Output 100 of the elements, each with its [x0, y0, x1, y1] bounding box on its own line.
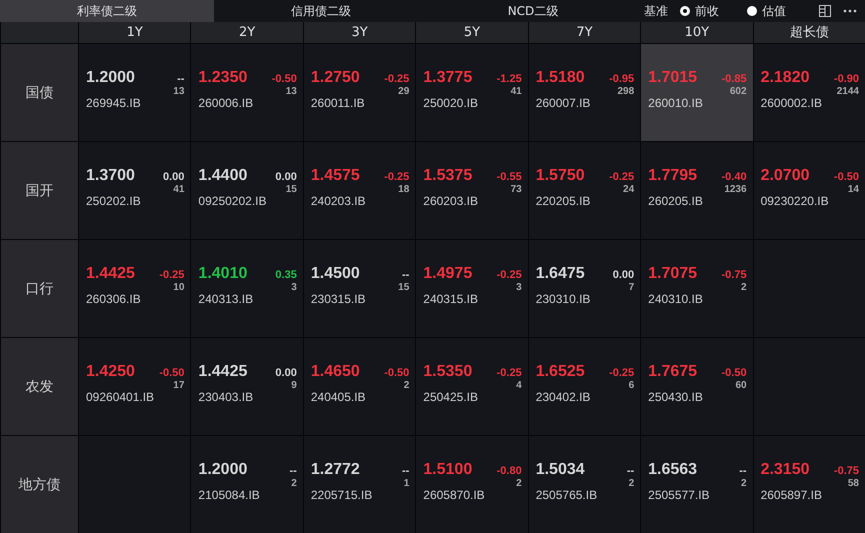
- quote-cell[interactable]: 1.6563 -- 2 2505577.IB: [641, 436, 753, 533]
- change-value: -0.25: [384, 73, 410, 85]
- column-header: 3Y: [304, 22, 416, 43]
- trade-count: 24: [623, 184, 634, 195]
- radio-option[interactable]: 估值: [747, 2, 786, 20]
- row-header: 国债: [1, 44, 78, 141]
- change-value: -0.50: [159, 367, 184, 379]
- tab[interactable]: NCD二级: [428, 0, 638, 22]
- quote-cell[interactable]: 1.5375 -0.55 73 260203.IB: [416, 142, 528, 239]
- tab[interactable]: 信用债二级: [214, 0, 428, 22]
- quote-cell[interactable]: 1.5350 -0.25 4 250425.IB: [416, 338, 528, 435]
- change-value: --: [739, 465, 747, 477]
- yield-value: 1.5375: [423, 167, 472, 185]
- quote-cell[interactable]: 1.5750 -0.25 24 220205.IB: [528, 142, 640, 239]
- quote-cell[interactable]: 1.4400 0.00 15 09250202.IB: [191, 142, 303, 239]
- quote-cell[interactable]: 1.2350 -0.50 13 260006.IB: [191, 44, 303, 141]
- yield-value: 1.4975: [423, 265, 472, 283]
- quote-cell[interactable]: 1.4425 0.00 9 230403.IB: [191, 338, 303, 435]
- quote-cell[interactable]: 1.7675 -0.50 60 250430.IB: [641, 338, 753, 435]
- bond-code: 2105084.IB: [198, 488, 261, 502]
- quote-cell[interactable]: 1.4575 -0.25 18 240203.IB: [304, 142, 416, 239]
- radio-option[interactable]: 前收: [680, 2, 719, 20]
- column-header: 5Y: [416, 22, 528, 43]
- quote-cell[interactable]: 1.4250 -0.50 17 09260401.IB: [79, 338, 190, 435]
- trade-count: 41: [510, 86, 522, 97]
- bond-code: 2600002.IB: [760, 96, 823, 110]
- yield-value: 1.2000: [198, 461, 248, 479]
- bond-code: 260306.IB: [86, 292, 142, 306]
- bond-code: 09260401.IB: [86, 390, 156, 404]
- row-header: 农发: [1, 338, 78, 435]
- quote-cell[interactable]: 1.3700 0.00 41 250202.IB: [79, 142, 190, 239]
- yield-value: 1.6525: [536, 363, 585, 381]
- yield-value: 2.0700: [760, 167, 810, 185]
- change-value: -0.85: [721, 73, 747, 85]
- trade-count: 41: [173, 184, 184, 195]
- quote-cell[interactable]: 1.5100 -0.80 2 2605870.IB: [416, 436, 528, 533]
- bond-code: 260011.IB: [310, 96, 366, 110]
- trade-count: 298: [617, 86, 634, 97]
- yield-value: 1.6563: [648, 461, 698, 479]
- bond-code: 09250202.IB: [198, 194, 268, 208]
- quote-cell[interactable]: 2.3150 -0.75 58 2605897.IB: [754, 436, 865, 533]
- yield-value: 1.5750: [536, 167, 585, 185]
- yield-value: 1.3775: [423, 69, 472, 87]
- bond-code: 250425.IB: [423, 390, 479, 404]
- change-value: --: [402, 269, 410, 281]
- bond-code: 260007.IB: [536, 96, 592, 110]
- quote-cell[interactable]: 1.5034 -- 2 2505765.IB: [528, 436, 640, 533]
- quote-cell[interactable]: 1.7075 -0.75 2 240310.IB: [641, 240, 753, 337]
- yield-value: 1.4250: [86, 363, 135, 381]
- bond-code: 2605897.IB: [760, 488, 823, 502]
- yield-value: 1.5034: [536, 461, 585, 479]
- quote-cell[interactable]: 1.4650 -0.50 2 240405.IB: [304, 338, 416, 435]
- trade-count: 2: [628, 478, 634, 489]
- change-value: --: [290, 465, 297, 477]
- quote-cell[interactable]: 1.7015 -0.85 602 260010.IB: [641, 44, 753, 141]
- yield-value: 1.2000: [86, 69, 135, 87]
- yield-value: 1.4425: [198, 363, 248, 381]
- change-value: -1.25: [496, 73, 522, 85]
- column-header: 2Y: [191, 22, 303, 43]
- quote-cell[interactable]: 2.0700 -0.50 14 09230220.IB: [754, 142, 865, 239]
- trade-count: 4: [516, 380, 522, 391]
- quote-cell[interactable]: 1.4425 -0.25 10 260306.IB: [79, 240, 190, 337]
- trade-count: 1236: [724, 184, 747, 195]
- change-value: -0.25: [384, 171, 410, 183]
- trade-count: 18: [398, 184, 410, 195]
- bond-code: 220205.IB: [536, 194, 592, 208]
- quote-cell[interactable]: 1.3775 -1.25 41 250020.IB: [416, 44, 528, 141]
- yield-value: 1.6475: [536, 265, 585, 283]
- quote-cell[interactable]: 1.2750 -0.25 29 260011.IB: [304, 44, 416, 141]
- trade-count: 60: [735, 380, 747, 391]
- yield-value: 1.4500: [310, 265, 360, 283]
- bond-code: 260203.IB: [423, 194, 479, 208]
- more-icon[interactable]: [843, 9, 857, 13]
- quote-cell[interactable]: 1.5180 -0.95 298 260007.IB: [528, 44, 640, 141]
- tab[interactable]: 利率债二级: [0, 0, 214, 22]
- layout-icon[interactable]: [819, 5, 831, 17]
- quote-cell[interactable]: 1.2000 -- 13 269945.IB: [79, 44, 190, 141]
- bond-code: 2505577.IB: [648, 488, 711, 502]
- quote-cell[interactable]: 1.6525 -0.25 6 230402.IB: [528, 338, 640, 435]
- quote-cell[interactable]: 1.4010 0.35 3 240313.IB: [191, 240, 303, 337]
- quote-cell[interactable]: 1.2772 -- 1 2205715.IB: [304, 436, 416, 533]
- quote-cell[interactable]: 1.6475 0.00 7 230310.IB: [528, 240, 640, 337]
- quote-cell[interactable]: 1.7795 -0.40 1236 260205.IB: [641, 142, 753, 239]
- trade-count: 13: [286, 86, 297, 97]
- change-value: 0.00: [275, 171, 297, 183]
- quote-cell[interactable]: 1.4500 -- 15 230315.IB: [304, 240, 416, 337]
- yield-value: 1.5100: [423, 461, 472, 479]
- bond-code: 240315.IB: [423, 292, 479, 306]
- bond-code: 260006.IB: [198, 96, 254, 110]
- yield-value: 1.2750: [310, 69, 360, 87]
- row-header: 地方债: [1, 436, 78, 533]
- quote-cell[interactable]: 2.1820 -0.90 2144 2600002.IB: [754, 44, 865, 141]
- quote-cell[interactable]: 1.4975 -0.25 3 240315.IB: [416, 240, 528, 337]
- yield-value: 1.7675: [648, 363, 698, 381]
- quote-cell[interactable]: 1.2000 -- 2 2105084.IB: [191, 436, 303, 533]
- trade-count: 2144: [836, 86, 859, 97]
- trade-count: 3: [291, 282, 297, 293]
- bond-code: 260205.IB: [648, 194, 704, 208]
- change-value: -0.75: [721, 269, 747, 281]
- change-value: -0.95: [609, 73, 634, 85]
